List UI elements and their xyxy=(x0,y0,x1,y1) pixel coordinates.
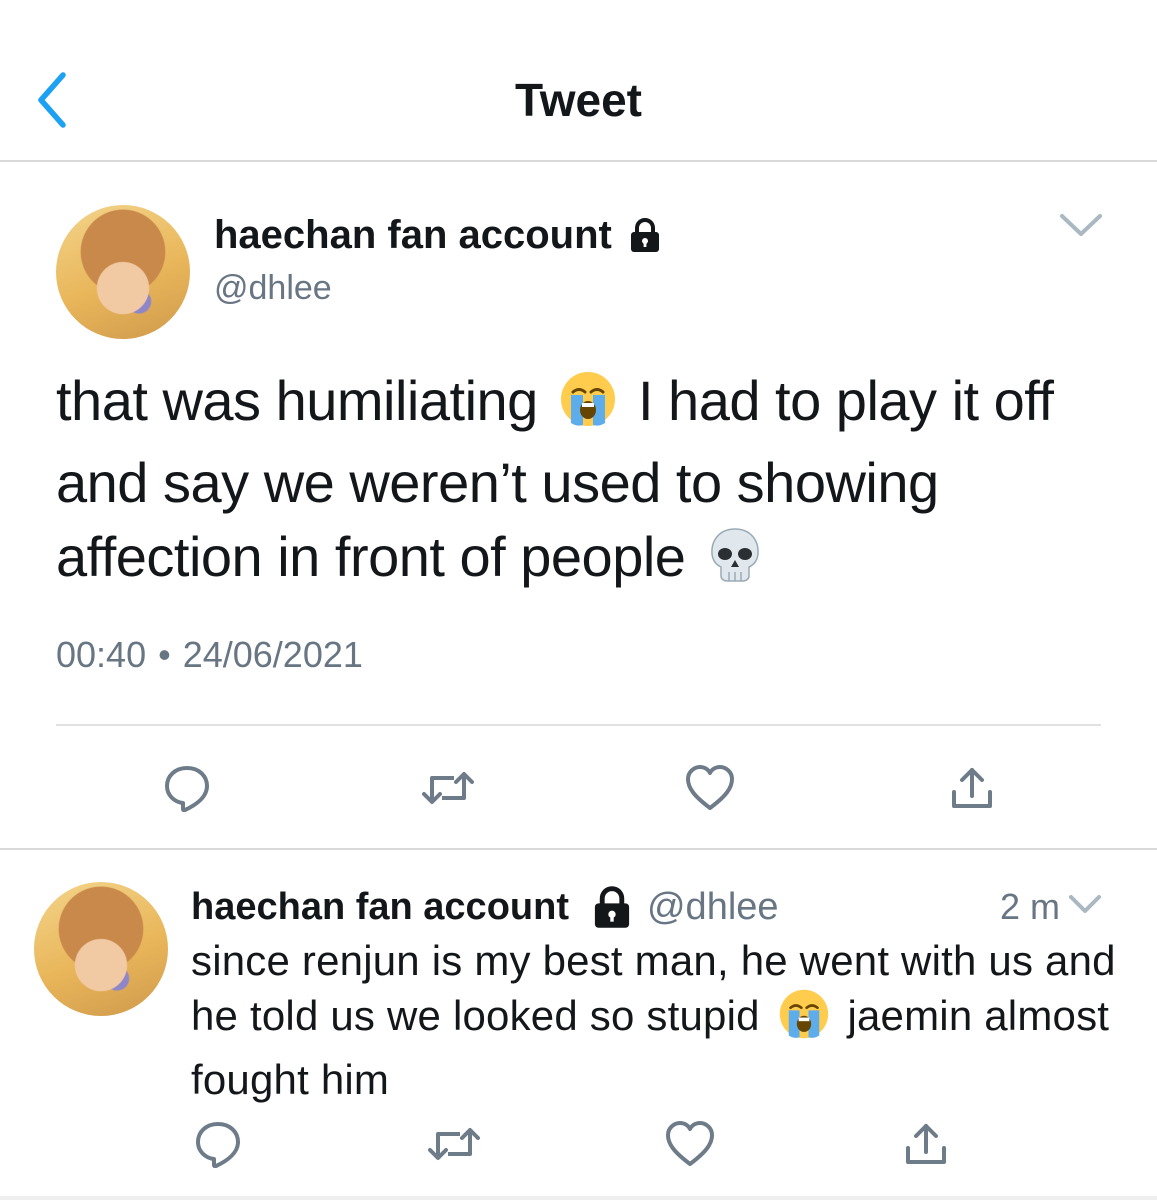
timestamp-separator: • xyxy=(158,634,171,675)
reply-header: haechan fan account @dhlee xyxy=(191,882,1111,932)
lock-icon xyxy=(630,218,659,252)
author-name[interactable]: haechan fan account xyxy=(214,210,662,260)
page-title: Tweet xyxy=(515,74,642,126)
reply-age: 2 m xyxy=(1000,884,1104,930)
reply-icon xyxy=(196,1122,240,1168)
tweet-date: 24/06/2021 xyxy=(182,634,363,675)
like-button[interactable] xyxy=(680,758,740,818)
reply-icon xyxy=(165,766,209,812)
retweet-icon xyxy=(422,772,474,804)
lock-icon xyxy=(594,886,630,928)
share-icon xyxy=(906,1124,946,1164)
retweet-icon xyxy=(428,1128,480,1160)
tweet-time: 00:40 xyxy=(56,634,147,675)
like-icon xyxy=(666,1121,714,1166)
reply-button[interactable] xyxy=(157,758,217,818)
reply-options-button[interactable] xyxy=(1066,884,1104,930)
chevron-down-icon xyxy=(1060,214,1102,236)
tweet-text-part-1: that was humiliating xyxy=(56,369,538,432)
author-handle[interactable]: @dhlee xyxy=(214,266,332,310)
share-icon xyxy=(952,768,992,808)
header-divider xyxy=(0,160,1157,162)
bottom-divider xyxy=(0,1196,1157,1200)
reply-age-label: 2 m xyxy=(1000,886,1061,927)
timestamp-divider xyxy=(56,724,1101,726)
reply-like-button[interactable] xyxy=(660,1114,720,1174)
reply-divider xyxy=(0,848,1157,850)
reply-avatar[interactable] xyxy=(34,882,168,1016)
reply-reply-button[interactable] xyxy=(188,1114,248,1174)
retweet-button[interactable] xyxy=(418,758,478,818)
like-icon xyxy=(686,765,734,810)
reply-text: since renjun is my best man, he went wit… xyxy=(191,934,1131,1107)
loudly-crying-face-emoji xyxy=(778,988,830,1053)
loudly-crying-face-emoji xyxy=(559,370,617,446)
chevron-down-icon xyxy=(1069,895,1102,913)
tweet-text: that was humiliating I had to play it of… xyxy=(56,364,1116,602)
reply-retweet-button[interactable] xyxy=(424,1114,484,1174)
avatar[interactable] xyxy=(56,205,190,339)
skull-emoji xyxy=(707,526,763,602)
author-name-label: haechan fan account xyxy=(214,213,612,257)
share-button[interactable] xyxy=(942,758,1002,818)
reply-share-button[interactable] xyxy=(896,1114,956,1174)
reply-author-handle[interactable]: @dhlee xyxy=(647,886,779,929)
tweet-timestamp: 00:40 • 24/06/2021 xyxy=(56,632,363,678)
tweet-options-button[interactable] xyxy=(1056,206,1106,246)
reply-author-name[interactable]: haechan fan account xyxy=(191,886,569,929)
